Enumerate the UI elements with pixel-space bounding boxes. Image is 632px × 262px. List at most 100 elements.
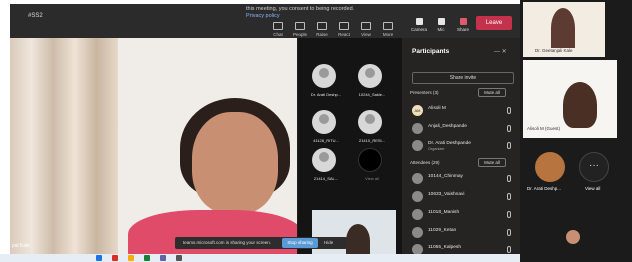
share-message: teams.microsoft.com is sharing your scre…	[183, 240, 272, 245]
avatar	[312, 64, 336, 88]
view-all-tile[interactable]: View all	[350, 146, 394, 192]
app-icon[interactable]	[112, 255, 118, 261]
panel-title: Participants	[412, 48, 450, 55]
tile-name: Dr. Geetanjali Kale	[535, 48, 573, 53]
raise-hand-button[interactable]: Raise	[312, 22, 332, 37]
chat-icon	[273, 22, 283, 30]
curtain-background	[10, 38, 118, 258]
mic-icon	[507, 107, 511, 114]
participant-name: 10633_Vaishnavi	[428, 192, 465, 197]
mic-icon	[507, 125, 511, 132]
gallery-grid: Dr. Arati Deshp... 10244_Sakle... 41128_…	[298, 38, 402, 258]
video-person	[551, 8, 575, 48]
avatar	[412, 173, 423, 184]
self-view-video	[312, 210, 396, 258]
participants-panel: Participants — ✕ Share invite Presenters…	[402, 38, 520, 258]
avatar: AM	[412, 105, 423, 116]
mic-icon	[507, 175, 511, 182]
avatar-name: Dr. Arati Deshp...	[527, 186, 562, 191]
participant-name: 11018_Manish	[428, 210, 460, 215]
mic-icon	[437, 18, 445, 25]
meeting-title-bar: #SS2 this meeting, you consent to being …	[10, 4, 520, 38]
teams-meeting-window: #SS2 this meeting, you consent to being …	[10, 4, 520, 258]
tile-name: Alisoli M (Guest)	[527, 126, 561, 131]
more-button[interactable]: More	[378, 22, 398, 37]
sidebar-video-tile[interactable]: Dr. Geetanjali Kale	[523, 2, 605, 57]
screen-share-bar: teams.microsoft.com is sharing your scre…	[175, 237, 347, 249]
tile-label: 21410_RESI...	[358, 138, 386, 143]
app-icon[interactable]	[96, 255, 102, 261]
view-all-circle	[358, 148, 382, 172]
attendees-header[interactable]: Attendees (29)	[410, 160, 440, 165]
people-button[interactable]: People	[290, 22, 310, 37]
chat-button[interactable]: Chat	[268, 22, 288, 37]
tile-label: 41128_RITU...	[313, 138, 339, 143]
speaker-name-tag: pal Kale	[12, 243, 31, 249]
leave-button[interactable]: Leave	[476, 16, 512, 30]
camera-icon	[415, 18, 423, 25]
tile-label: View all	[365, 176, 379, 181]
share-icon	[459, 18, 467, 25]
avatar	[566, 230, 580, 244]
list-item[interactable]: 11029_Ketan	[412, 226, 516, 240]
list-item[interactable]: AM Alisoli M	[412, 104, 516, 118]
more-icon[interactable]: ···	[579, 152, 609, 182]
recording-notice-text: this meeting, you consent to being recor…	[246, 6, 355, 12]
video-person	[563, 82, 597, 128]
list-item[interactable]: 11018_Manish	[412, 208, 516, 222]
grid-icon	[361, 22, 371, 30]
mic-icon	[507, 246, 511, 253]
react-button[interactable]: React	[334, 22, 354, 37]
app-icon[interactable]	[176, 255, 182, 261]
participant-name: 11055_Kalpesh	[428, 245, 461, 250]
sidebar-video-tile[interactable]: Alisoli M (Guest)	[523, 60, 617, 138]
participant-name: Anjali_Deshpande	[428, 124, 467, 129]
main-speaker-video: pal Kale	[10, 38, 297, 258]
mic-icon	[507, 142, 511, 149]
list-item[interactable]: Dr. Arati Deshpande Organizer	[412, 139, 516, 153]
share-button[interactable]: Share	[452, 18, 474, 32]
self-view-person	[346, 224, 370, 258]
avatar	[412, 191, 423, 202]
gallery-tile[interactable]: 10244_Sakle...	[350, 62, 394, 108]
presenters-header[interactable]: Presenters (3)	[410, 90, 439, 95]
mute-all-button[interactable]: Mute all	[478, 88, 506, 97]
close-icon[interactable]: — ✕	[494, 48, 507, 55]
app-icon[interactable]	[128, 255, 134, 261]
app-icon[interactable]	[144, 255, 150, 261]
teams-icon[interactable]	[160, 255, 166, 261]
people-icon	[295, 22, 305, 30]
list-item[interactable]: Anjali_Deshpande	[412, 122, 516, 136]
smile-icon	[339, 22, 349, 30]
camera-button[interactable]: Camera	[408, 18, 430, 32]
privacy-policy-link[interactable]: Privacy policy	[246, 13, 280, 19]
list-item[interactable]: 10633_Vaishnavi	[412, 190, 516, 204]
participant-role: Organizer	[428, 147, 445, 151]
mic-icon	[507, 229, 511, 236]
tile-label: 21414_SAL...	[313, 176, 339, 181]
speaker-face	[192, 112, 278, 214]
avatar	[358, 110, 382, 134]
view-all-label[interactable]: View all	[585, 186, 600, 191]
view-button[interactable]: View	[356, 22, 376, 37]
mic-button[interactable]: Mic	[430, 18, 452, 32]
more-icon	[383, 22, 393, 30]
list-item[interactable]: 10144_Chinmay	[412, 172, 516, 186]
mic-icon	[507, 211, 511, 218]
meeting-title: #SS2	[28, 13, 43, 19]
tile-label: 10244_Sakle...	[358, 92, 386, 97]
stop-sharing-button[interactable]: Stop sharing	[282, 238, 318, 248]
mic-icon	[507, 193, 511, 200]
avatar	[412, 123, 423, 134]
share-invite-button[interactable]: Share invite	[412, 72, 514, 84]
avatar	[312, 148, 336, 172]
speaker-body	[128, 210, 297, 258]
gallery-tile[interactable]: 21414_SAL...	[304, 146, 348, 192]
avatar[interactable]	[535, 152, 565, 182]
screenshot-canvas: #SS2 this meeting, you consent to being …	[0, 0, 632, 262]
avatar	[312, 110, 336, 134]
mute-all-attendees-button[interactable]: Mute all	[478, 158, 506, 167]
recording-notice: this meeting, you consent to being recor…	[246, 6, 386, 20]
gallery-tile[interactable]: Dr. Arati Deshp...	[304, 62, 348, 108]
hide-button[interactable]: Hide	[324, 238, 333, 248]
